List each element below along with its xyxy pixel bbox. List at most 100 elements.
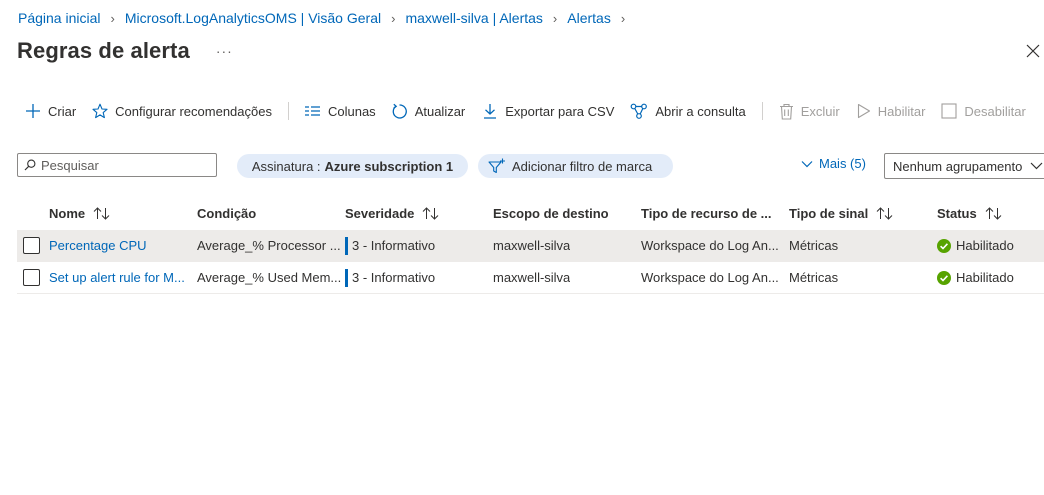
enable-button[interactable]: Habilitar	[857, 103, 926, 119]
status-text: Habilitado	[956, 238, 1014, 253]
add-tag-filter-label: Adicionar filtro de marca	[512, 158, 653, 174]
breadcrumb-home[interactable]: Página inicial	[18, 10, 101, 26]
signal-type-cell: Métricas	[789, 270, 937, 285]
search-box[interactable]	[17, 153, 217, 177]
subscription-filter-pill[interactable]: Assinatura : Azure subscription 1	[237, 154, 468, 178]
open-query-label: Abrir a consulta	[655, 103, 746, 119]
breadcrumb-chevron-icon: ›	[552, 10, 558, 26]
play-icon	[857, 103, 870, 119]
resource-type-text: Workspace do Log An...	[641, 238, 779, 253]
columns-label: Colunas	[327, 103, 376, 119]
toolbar-divider	[761, 102, 763, 120]
header-severity[interactable]: Severidade	[345, 206, 493, 221]
severity-bar	[345, 236, 348, 255]
refresh-button[interactable]: Atualizar	[391, 103, 465, 120]
rule-name-cell: Set up alert rule for M...	[49, 270, 197, 285]
download-icon	[484, 104, 497, 119]
condition-cell: Average_% Used Mem...	[197, 270, 345, 285]
check-circle-icon	[937, 238, 951, 253]
export-csv-label: Exportar para CSV	[505, 103, 615, 119]
header-resource-type-label: Tipo de recurso de ...	[641, 205, 772, 221]
status-cell: Habilitado	[937, 270, 1044, 285]
breadcrumb: Página inicial › Microsoft.LogAnalyticsO…	[18, 10, 625, 26]
severity-bar	[345, 268, 348, 287]
trash-icon	[779, 103, 793, 120]
header-signal-type[interactable]: Tipo de sinal	[789, 206, 937, 221]
breadcrumb-workspace-overview[interactable]: Microsoft.LogAnalyticsOMS | Visão Geral	[125, 10, 381, 26]
header-status[interactable]: Status	[937, 206, 1044, 221]
chevron-down-icon	[801, 160, 813, 167]
filter-bar: Assinatura : Azure subscription 1 Adicio…	[0, 152, 1044, 180]
condition-text: Average_% Processor ...	[197, 238, 341, 253]
status-text: Habilitado	[956, 270, 1014, 285]
filter-add-icon	[488, 158, 505, 174]
plus-icon	[26, 104, 40, 118]
star-icon	[92, 103, 108, 119]
breadcrumb-chevron-icon: ›	[391, 10, 396, 26]
severity-cell: 3 - Informativo	[345, 268, 493, 287]
check-circle-icon	[937, 270, 951, 285]
table-header: Nome Condição Severidade Escopo de desti…	[17, 196, 1044, 230]
header-condition-label: Condição	[197, 205, 257, 221]
header-scope[interactable]: Escopo de destino	[493, 206, 641, 221]
signal-type-text: Métricas	[789, 238, 839, 253]
header-resource-type[interactable]: Tipo de recurso de ...	[641, 206, 789, 221]
more-filters-button[interactable]: Mais (5)	[801, 156, 866, 171]
row-select-cell	[17, 269, 49, 286]
close-icon[interactable]	[1026, 44, 1040, 58]
subscription-filter-value: Azure subscription 1	[324, 158, 454, 174]
rule-name-link[interactable]: Set up alert rule for M...	[49, 270, 185, 285]
grouping-value: Nenhum agrupamento	[893, 158, 1023, 174]
header-name[interactable]: Nome	[49, 206, 197, 221]
resource-type-text: Workspace do Log An...	[641, 270, 779, 285]
columns-button[interactable]: Colunas	[304, 103, 376, 119]
header-name-label: Nome	[49, 205, 86, 221]
header-scope-label: Escopo de destino	[493, 205, 609, 221]
row-checkbox[interactable]	[23, 269, 40, 286]
sort-icon	[985, 206, 1002, 220]
add-tag-filter-button[interactable]: Adicionar filtro de marca	[478, 154, 673, 178]
more-filters-label: Mais (5)	[819, 156, 866, 171]
create-label: Criar	[48, 103, 77, 119]
scope-cell: maxwell-silva	[493, 238, 641, 253]
configure-recommendations-button[interactable]: Configurar recomendações	[92, 103, 272, 119]
export-csv-button[interactable]: Exportar para CSV	[482, 103, 614, 119]
delete-label: Excluir	[800, 103, 840, 119]
breadcrumb-workspace-alerts[interactable]: maxwell-silva | Alertas	[405, 10, 542, 26]
search-icon	[24, 159, 36, 171]
signal-type-text: Métricas	[789, 270, 839, 285]
sort-icon	[423, 206, 439, 220]
sort-icon	[876, 206, 893, 220]
command-bar: Criar Configurar recomendações Colunas A…	[18, 100, 1026, 122]
breadcrumb-alerts[interactable]: Alertas	[567, 10, 611, 26]
table-row[interactable]: Set up alert rule for M... Average_% Use…	[17, 262, 1044, 294]
status-cell: Habilitado	[937, 238, 1044, 253]
delete-button[interactable]: Excluir	[779, 103, 840, 120]
header-condition[interactable]: Condição	[197, 206, 345, 221]
breadcrumb-chevron-icon: ›	[620, 10, 626, 26]
rule-name-link[interactable]: Percentage CPU	[49, 238, 147, 253]
header-signal-type-label: Tipo de sinal	[789, 205, 869, 221]
severity-text: 3 - Informativo	[352, 238, 436, 253]
page-title: Regras de alerta	[17, 38, 190, 63]
open-query-button[interactable]: Abrir a consulta	[630, 103, 746, 120]
severity-cell: 3 - Informativo	[345, 236, 493, 255]
alert-rules-table: Nome Condição Severidade Escopo de desti…	[17, 196, 1044, 294]
search-input[interactable]	[41, 157, 201, 173]
configure-recommendations-label: Configurar recomendações	[115, 103, 272, 119]
scope-text: maxwell-silva	[493, 270, 571, 285]
severity-text: 3 - Informativo	[352, 270, 436, 285]
more-options-button[interactable]: ···	[216, 43, 233, 59]
enable-label: Habilitar	[877, 103, 926, 119]
row-select-cell	[17, 237, 49, 254]
title-row: Regras de alerta ···	[17, 38, 233, 64]
grouping-dropdown[interactable]: Nenhum agrupamento	[884, 153, 1044, 179]
create-button[interactable]: Criar	[25, 103, 76, 119]
table-row[interactable]: Percentage CPU Average_% Processor ... 3…	[17, 230, 1044, 262]
scope-text: maxwell-silva	[493, 238, 571, 253]
disable-button[interactable]: Desabilitar	[941, 103, 1026, 119]
subscription-filter-label: Assinatura :	[251, 158, 321, 174]
signal-type-cell: Métricas	[789, 238, 937, 253]
row-checkbox[interactable]	[23, 237, 40, 254]
breadcrumb-chevron-icon: ›	[110, 10, 115, 26]
